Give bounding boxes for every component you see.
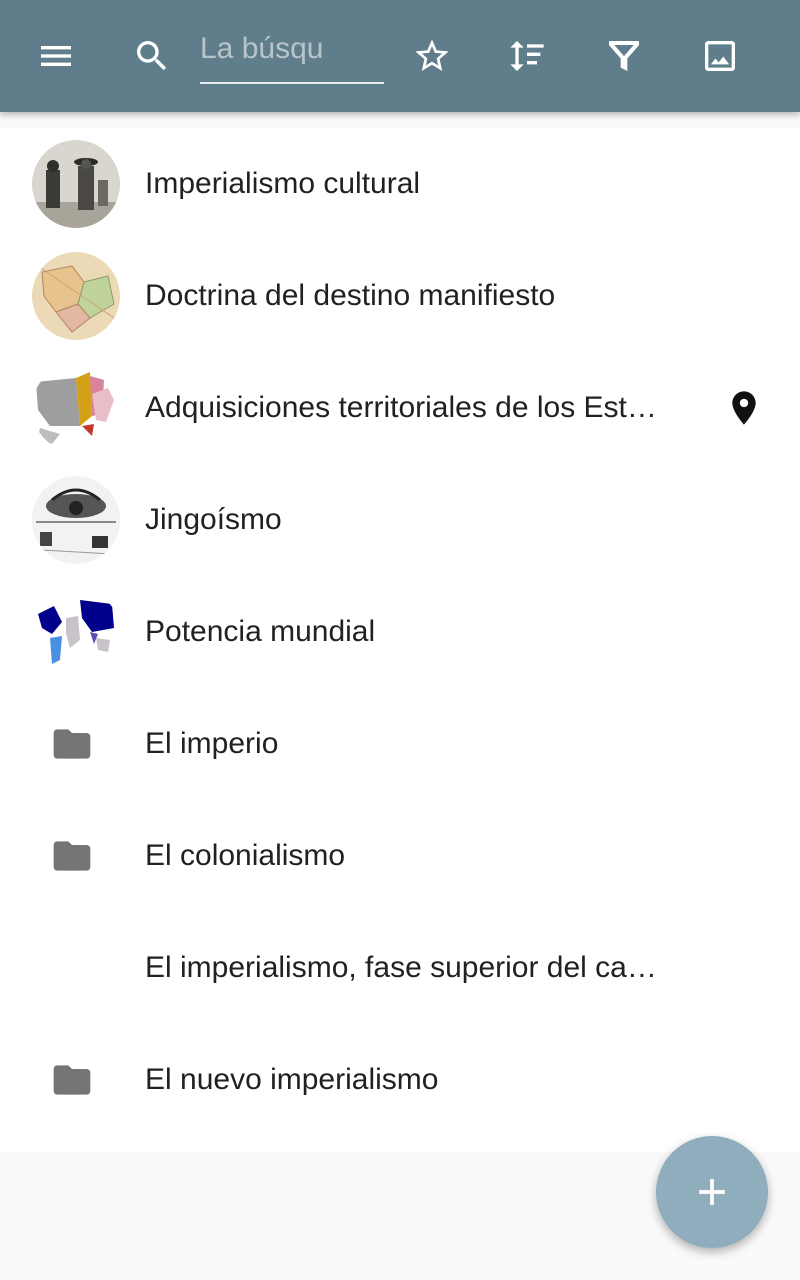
add-icon xyxy=(699,1179,725,1205)
location-pin-icon xyxy=(732,391,756,425)
folder-icon xyxy=(50,834,94,878)
article-list: Imperialismo cultural Doctrina del desti… xyxy=(0,128,800,1152)
image-toggle-button[interactable] xyxy=(684,20,756,92)
star-outline-icon xyxy=(415,39,449,71)
app-toolbar xyxy=(0,0,800,112)
us-map-thumbnail xyxy=(32,364,120,452)
list-item-label: Adquisiciones territoriales de los Estad… xyxy=(145,391,657,424)
search-icon xyxy=(137,41,167,71)
list-item[interactable]: El imperio xyxy=(0,688,800,800)
menu-button[interactable] xyxy=(20,20,92,92)
image-icon xyxy=(705,41,735,71)
list-item[interactable]: El colonialismo xyxy=(0,800,800,912)
add-button[interactable] xyxy=(656,1136,768,1248)
menu-icon xyxy=(41,46,71,66)
list-item[interactable]: Imperialismo cultural xyxy=(0,128,800,240)
list-item[interactable]: Adquisiciones territoriales de los Estad… xyxy=(0,352,800,464)
list-item-label: Imperialismo cultural xyxy=(145,167,421,200)
location-pin-button[interactable] xyxy=(724,386,764,430)
list-item-label: El nuevo imperialismo xyxy=(145,1063,439,1096)
old-map-thumbnail xyxy=(32,252,120,340)
search-button[interactable] xyxy=(116,20,188,92)
filter-icon xyxy=(609,41,639,71)
list-item-label: El imperio xyxy=(145,727,279,760)
list-item[interactable]: Potencia mundial xyxy=(0,576,800,688)
world-map-thumbnail xyxy=(32,588,120,676)
search-input[interactable] xyxy=(200,24,384,74)
engraving-thumbnail xyxy=(32,140,120,228)
sort-icon xyxy=(510,41,544,71)
search-field xyxy=(200,24,384,84)
list-item[interactable]: El nuevo imperialismo xyxy=(0,1024,800,1136)
list-item-label: Doctrina del destino manifiesto xyxy=(145,279,556,312)
list-item-label: Potencia mundial xyxy=(145,615,376,648)
list-item-label: El imperialismo, fase superior del capit… xyxy=(145,951,657,984)
list-item[interactable]: Doctrina del destino manifiesto xyxy=(0,240,800,352)
favorites-button[interactable] xyxy=(396,20,468,92)
cartoon-thumbnail xyxy=(32,476,120,564)
sort-button[interactable] xyxy=(491,20,563,92)
list-item-label: Jingoísmo xyxy=(145,503,282,536)
list-item[interactable]: El imperialismo, fase superior del capit… xyxy=(0,912,800,1024)
folder-icon xyxy=(50,1058,94,1102)
filter-button[interactable] xyxy=(588,20,660,92)
folder-icon xyxy=(50,722,94,766)
list-item-label: El colonialismo xyxy=(145,839,346,872)
list-item[interactable]: Jingoísmo xyxy=(0,464,800,576)
